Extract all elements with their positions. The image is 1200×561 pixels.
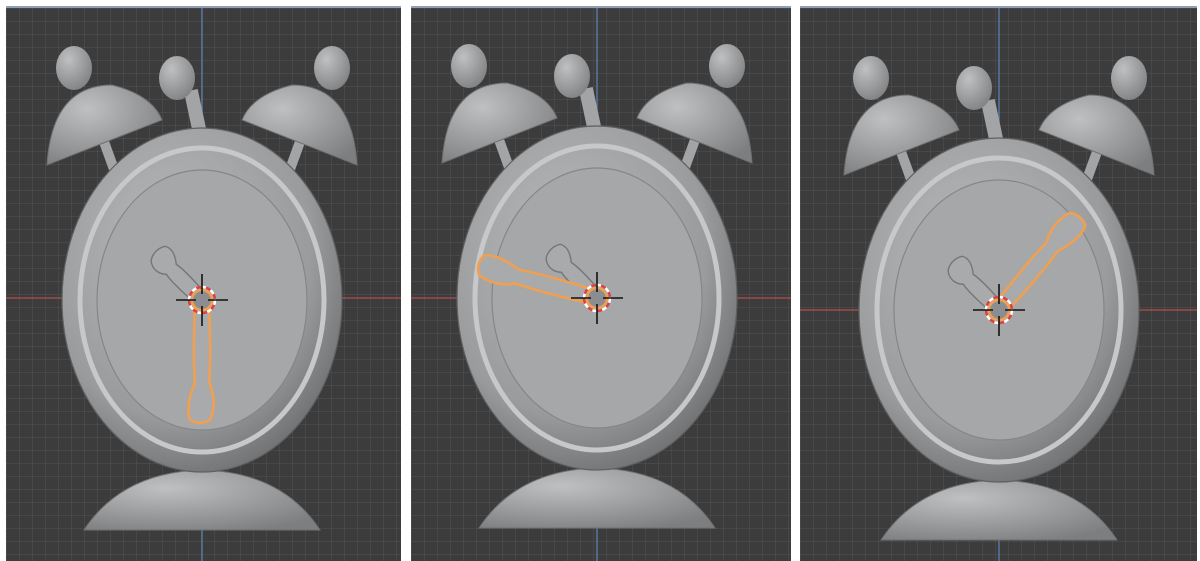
winding-knob [554, 54, 590, 98]
bell-knob-right [709, 44, 745, 88]
winding-knob [956, 66, 992, 110]
bell-knob-right [314, 46, 350, 90]
clock-base [478, 467, 716, 529]
viewport-1[interactable] [6, 6, 401, 561]
bell-knob-left [56, 46, 92, 90]
bell-knob-left [853, 56, 889, 100]
winding-knob [159, 56, 195, 100]
clock-base [83, 469, 321, 531]
viewport-scene [411, 8, 791, 561]
viewport-2[interactable] [411, 6, 791, 561]
viewport-scene [800, 8, 1197, 561]
viewport-3[interactable] [800, 6, 1197, 561]
clock-base [880, 479, 1118, 541]
bell-knob-right [1111, 56, 1147, 100]
viewport-scene [6, 8, 401, 561]
bell-knob-left [451, 44, 487, 88]
